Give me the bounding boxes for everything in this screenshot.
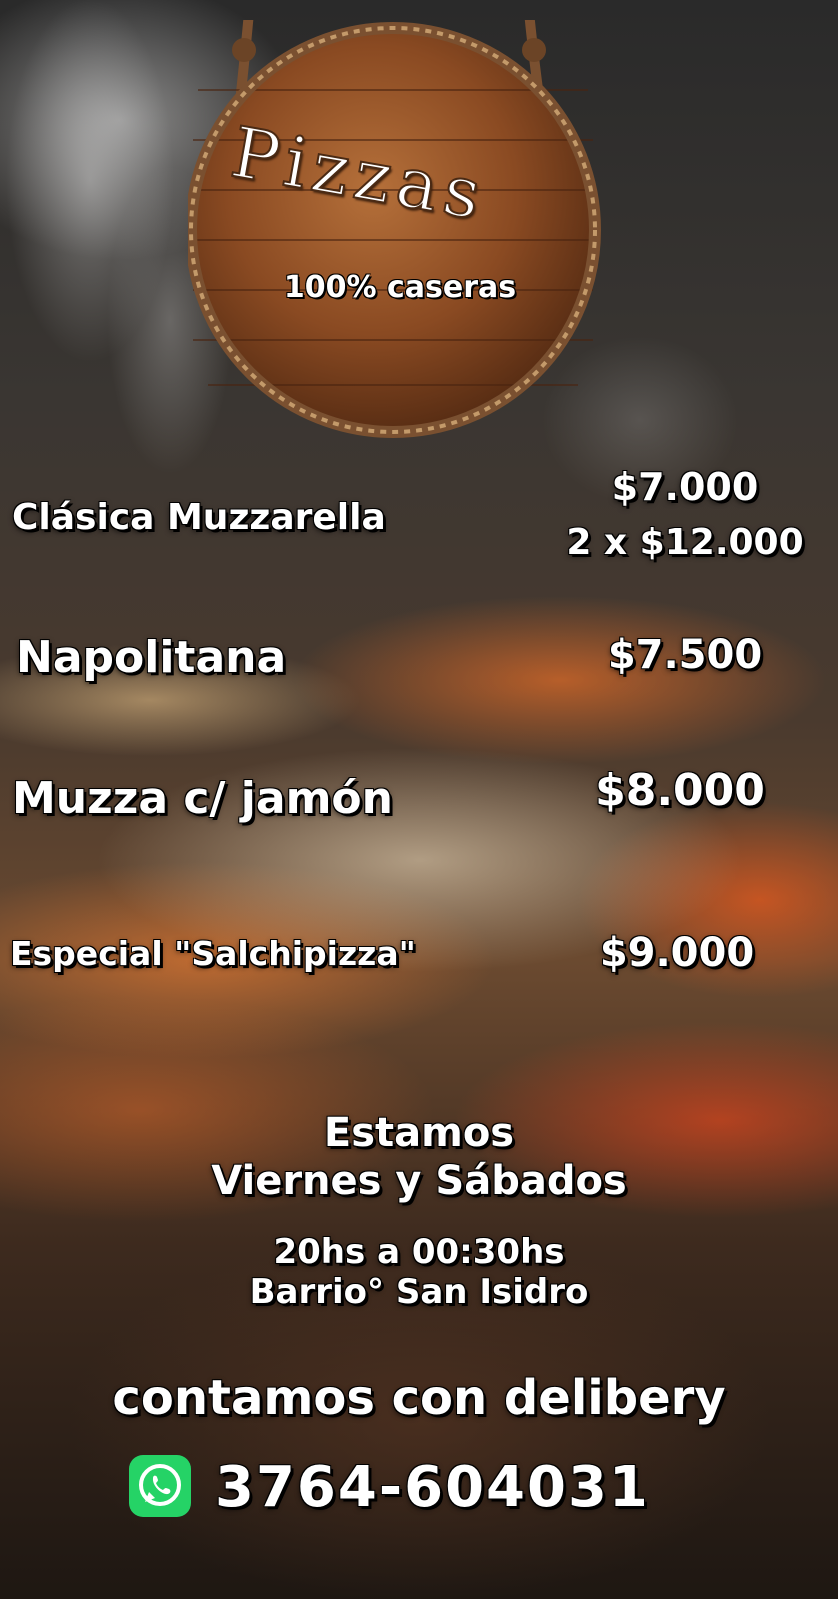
whatsapp-icon[interactable] bbox=[129, 1455, 191, 1517]
menu-item-name: Clásica Muzzarella bbox=[12, 497, 386, 538]
menu-item-promo: 2 x $12.000 bbox=[566, 522, 804, 563]
menu-item-name: Especial "Salchipizza" bbox=[10, 934, 416, 973]
delivery-note: contamos con delibery bbox=[112, 1370, 726, 1426]
schedule-days: Viernes y Sábados bbox=[211, 1158, 627, 1204]
sign-subtitle: 100% caseras bbox=[283, 270, 517, 305]
menu-item-name: Muzza c/ jamón bbox=[12, 773, 393, 824]
menu-item-price: $7.000 bbox=[611, 465, 759, 509]
menu-item-price: $9.000 bbox=[599, 930, 755, 976]
menu-item-price: $8.000 bbox=[595, 765, 765, 816]
phone-number[interactable]: 3764-604031 bbox=[215, 1455, 650, 1520]
schedule-heading: Estamos bbox=[323, 1110, 515, 1156]
menu-item-price: $7.500 bbox=[607, 632, 763, 678]
schedule-location: Barrio° San Isidro bbox=[249, 1272, 589, 1312]
schedule-hours: 20hs a 00:30hs bbox=[273, 1232, 565, 1272]
menu-item-name: Napolitana bbox=[16, 632, 287, 683]
